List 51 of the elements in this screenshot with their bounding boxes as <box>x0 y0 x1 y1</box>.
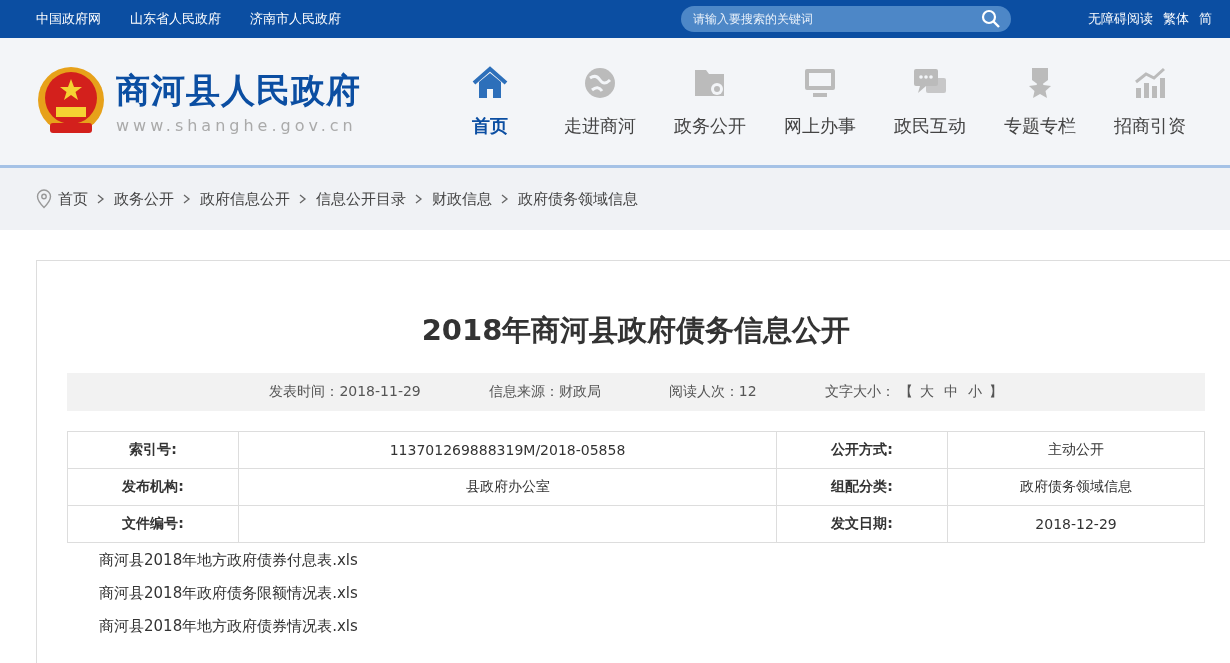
table-cell: 2018-12-29 <box>947 505 1205 543</box>
font-size-link[interactable]: 中 <box>940 383 961 401</box>
search-field[interactable]: 请输入要搜索的关键词 <box>681 6 1011 32</box>
top-link[interactable]: 简 <box>1199 10 1212 28</box>
table-cell: 113701269888319M/2018-05858 <box>238 431 777 469</box>
meta-text: 文字大小： <box>824 383 895 401</box>
top-link[interactable]: 山东省人民政府 <box>130 10 221 28</box>
table-cell: 发文日期: <box>776 505 948 543</box>
breadcrumb-link[interactable]: 政府债务领域信息 <box>518 189 638 209</box>
nav-tab[interactable]: 招商引资 <box>1095 65 1205 138</box>
bracket: 】 <box>988 383 1003 401</box>
meta-text: 信息来源：财政局 <box>488 383 601 401</box>
meta-text: 发表时间：2018-11-29 <box>269 383 421 401</box>
nav-tab[interactable]: 专题专栏 <box>985 65 1095 138</box>
top-link[interactable]: 济南市人民政府 <box>250 10 341 28</box>
table-cell: 索引号: <box>67 431 239 469</box>
top-link[interactable]: 繁体 <box>1163 10 1189 28</box>
meta-text: 阅读人次：12 <box>668 383 757 401</box>
table-cell: 县政府办公室 <box>238 468 777 506</box>
table-cell: 组配分类: <box>776 468 948 506</box>
breadcrumb-link[interactable]: 政务公开 <box>114 189 174 209</box>
nav-tab[interactable]: 政民互动 <box>875 65 985 138</box>
table-cell: 公开方式: <box>776 431 948 469</box>
breadcrumb-link[interactable]: 首页 <box>58 189 88 209</box>
nav-tab[interactable]: 政务公开 <box>655 65 765 138</box>
attachment-link[interactable]: 商河县2018年地方政府债券情况表.xls <box>99 617 358 636</box>
location-pin-icon <box>36 189 52 209</box>
house-icon <box>472 65 508 100</box>
nav-tab[interactable]: 走进商河 <box>545 65 655 138</box>
font-size-link[interactable]: 小 <box>964 383 985 401</box>
table-cell: 文件编号: <box>67 505 239 543</box>
site-domain: www.shanghe.gov.cn <box>116 116 358 135</box>
article-title: 2018年商河县政府债务信息公开 <box>420 312 852 349</box>
table-cell: 政府债务领域信息 <box>947 468 1205 506</box>
globe-icon <box>582 65 618 100</box>
breadcrumb-link[interactable]: 信息公开目录 <box>316 189 406 209</box>
search-icon[interactable] <box>981 9 1001 29</box>
bracket: 【 <box>898 383 913 401</box>
attachment-link[interactable]: 商河县2018年地方政府债券付息表.xls <box>99 551 358 570</box>
table-cell: 主动公开 <box>947 431 1205 469</box>
site-title: 商河县人民政府 <box>116 69 361 112</box>
nav-tab[interactable]: 首页 <box>435 65 545 138</box>
attachment-link[interactable]: 商河县2018年政府债务限额情况表.xls <box>99 584 358 603</box>
top-link[interactable]: 中国政府网 <box>36 10 101 28</box>
nav-tab[interactable]: 网上办事 <box>765 65 875 138</box>
table-cell: 发布机构: <box>67 468 239 506</box>
breadcrumb-link[interactable]: 政府信息公开 <box>200 189 290 209</box>
chart-icon <box>1132 65 1168 100</box>
top-link[interactable]: 无障碍阅读 <box>1088 10 1153 28</box>
breadcrumb-link[interactable]: 财政信息 <box>432 189 492 209</box>
font-size-link[interactable]: 大 <box>916 383 937 401</box>
